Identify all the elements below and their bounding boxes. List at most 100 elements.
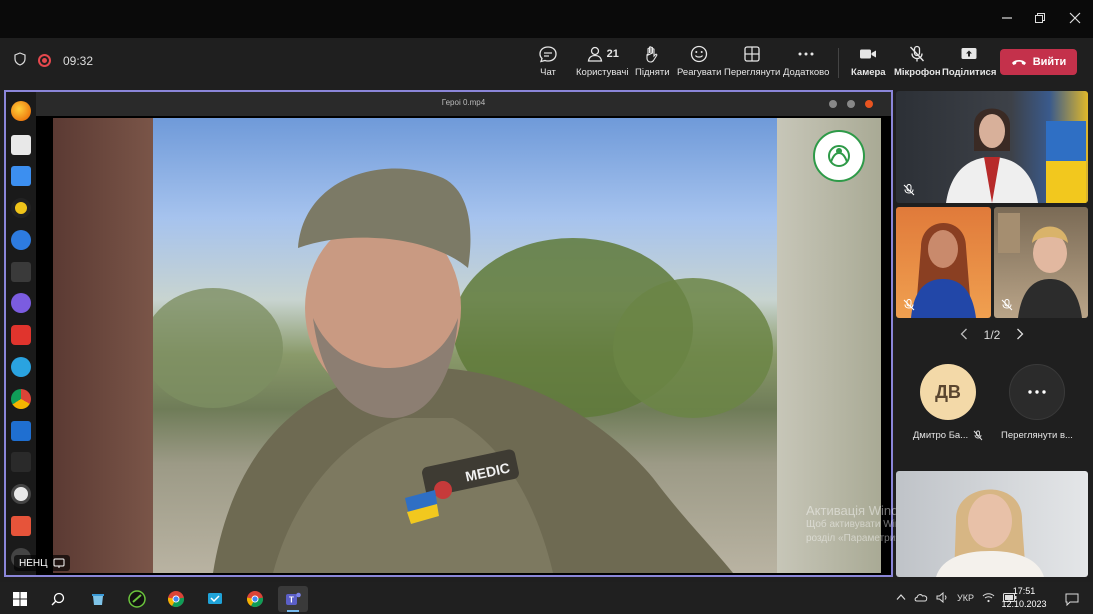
volume-icon[interactable] — [936, 591, 949, 605]
chevron-up-icon[interactable] — [896, 593, 906, 603]
people-button[interactable]: 21 Користувачі — [576, 44, 628, 84]
chevron-left-icon[interactable] — [960, 328, 968, 343]
leave-button[interactable]: Вийти — [1000, 49, 1077, 75]
chat-button[interactable]: Чат — [538, 44, 558, 84]
shared-screen-stage[interactable]: Героі 0.mp4 MEDIC НЕНЦ — [4, 90, 893, 577]
clock-date: 12.10.2023 — [1001, 599, 1047, 609]
participant-name: Дмитро Ба... — [912, 430, 969, 441]
meeting-timer: 09:32 — [63, 53, 94, 68]
chat-icon — [539, 46, 557, 63]
react-button[interactable]: Реагувати — [677, 44, 721, 84]
video-side-panel-left — [53, 118, 153, 573]
camera-icon — [860, 49, 877, 59]
leave-label: Вийти — [1032, 56, 1067, 68]
self-video — [936, 489, 1044, 577]
shield-icon — [14, 52, 26, 69]
avatar-name-row: Дмитро Ба... — [913, 430, 983, 441]
document-icon — [11, 166, 31, 186]
app-green-icon[interactable] — [122, 586, 152, 612]
people-label: Користувачі — [576, 67, 629, 78]
pager-label: 1/2 — [983, 328, 1001, 342]
chevron-right-icon[interactable] — [1016, 328, 1024, 343]
presenter-name: НЕНЦ — [19, 557, 48, 569]
view-all-participants[interactable]: Переглянути в... — [989, 364, 1085, 454]
people-icon — [587, 46, 602, 62]
react-label: Реагувати — [677, 67, 722, 78]
raise-hand-button[interactable]: Підняти — [635, 44, 670, 84]
mic-off-icon — [1001, 299, 1013, 311]
participants-pager: 1/2 — [896, 320, 1088, 350]
firefox-icon — [11, 101, 31, 121]
language-indicator[interactable]: УКР — [957, 593, 974, 603]
title-bar — [0, 0, 1093, 38]
more-icon — [798, 52, 814, 56]
presenter-screen-icon — [53, 558, 65, 568]
recording-icon — [38, 54, 51, 67]
teams-icon[interactable]: T — [278, 586, 308, 612]
player-close-icon[interactable] — [865, 100, 873, 108]
minimize-icon[interactable] — [993, 6, 1021, 30]
smile-icon — [691, 45, 708, 63]
organization-logo — [813, 130, 865, 182]
notifications-icon[interactable] — [1057, 586, 1087, 612]
toolbar-divider — [838, 48, 839, 78]
view-label: Переглянути — [724, 67, 781, 78]
hang-up-icon — [1011, 60, 1026, 65]
participant-tile-2[interactable] — [896, 207, 991, 318]
mic-off-icon — [910, 45, 925, 62]
windows-start-icon[interactable] — [5, 586, 35, 612]
onedrive-icon[interactable] — [914, 592, 928, 604]
audio-player-icon — [11, 198, 31, 218]
app-cyan-icon[interactable] — [200, 586, 230, 612]
chrome-icon[interactable] — [161, 586, 191, 612]
teams-meeting-window: 09:32 Чат 21 Користувачі Підняти Реагува… — [0, 0, 1093, 614]
telegram-icon — [11, 357, 31, 377]
anydesk-icon — [11, 325, 31, 345]
search-icon[interactable] — [43, 586, 73, 612]
mic-off-icon — [973, 430, 983, 441]
svg-text:T: T — [289, 596, 294, 605]
share-label: Поділитися — [942, 67, 997, 78]
meeting-status: 09:32 — [14, 52, 93, 69]
app-recycle-icon[interactable] — [83, 586, 113, 612]
presenter-caption: НЕНЦ — [14, 555, 70, 571]
participant-avatar-1[interactable]: ДВ Дмитро Ба... — [900, 364, 996, 454]
meeting-toolbar: 09:32 Чат 21 Користувачі Підняти Реагува… — [0, 38, 1093, 88]
remote-app-launcher — [6, 92, 36, 575]
self-video-tile[interactable] — [896, 471, 1088, 577]
chrome-profile-icon[interactable] — [240, 586, 270, 612]
view-button[interactable]: Переглянути — [724, 44, 780, 84]
restore-icon[interactable] — [1026, 6, 1054, 30]
mic-off-icon — [903, 299, 915, 311]
more-label: Додатково — [783, 67, 830, 78]
participant-tile-3[interactable] — [994, 207, 1088, 318]
pdf-icon — [11, 516, 31, 536]
raise-hand-label: Підняти — [635, 67, 670, 78]
video-player-titlebar: Героі 0.mp4 — [36, 92, 891, 116]
share-screen-icon — [961, 48, 977, 59]
mic-button[interactable]: Мікрофон — [894, 44, 941, 84]
system-tray: УКР — [896, 582, 1017, 614]
player-minimize-icon[interactable] — [829, 100, 837, 108]
software-center-icon — [11, 484, 31, 504]
more-button[interactable]: Додатково — [783, 44, 829, 84]
taskbar-clock[interactable]: 17:51 12.10.2023 — [1000, 585, 1048, 611]
camera-label: Камера — [851, 67, 886, 78]
video-frame: MEDIC — [53, 118, 881, 573]
hand-icon — [646, 46, 658, 63]
layout-icon — [744, 46, 760, 62]
chat-label: Чат — [540, 67, 556, 78]
player-maximize-icon[interactable] — [847, 100, 855, 108]
participant-tile-1[interactable] — [896, 91, 1088, 203]
camera-button[interactable]: Камера — [851, 44, 886, 84]
participants-count: 21 — [606, 48, 619, 60]
mic-off-icon — [903, 184, 915, 196]
share-button[interactable]: Поділитися — [942, 44, 996, 84]
video-scene: MEDIC — [143, 118, 777, 573]
wifi-icon[interactable] — [982, 592, 995, 605]
windows-taskbar: T УКР 17:51 12.10.2023 — [0, 582, 1093, 614]
tool-icon — [11, 452, 31, 472]
video-window-title: Героі 0.mp4 — [441, 98, 486, 107]
avatar: ДВ — [920, 364, 976, 420]
close-icon[interactable] — [1061, 6, 1089, 30]
